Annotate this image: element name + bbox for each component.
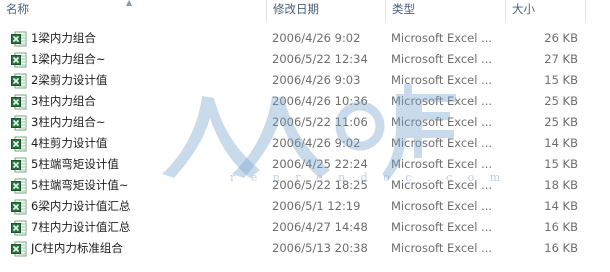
excel-file-icon <box>11 178 27 194</box>
excel-file-icon <box>11 136 27 152</box>
file-row[interactable]: JC柱内力标准组合 2006/5/13 20:38 Microsoft Excel … <box>0 238 610 259</box>
excel-file-icon <box>11 52 27 68</box>
file-name: 1梁内力组合 <box>31 31 96 45</box>
file-type: Microsoft Excel ... <box>391 220 493 234</box>
file-size: 18 KB <box>544 178 578 192</box>
file-type: Microsoft Excel ... <box>391 94 493 108</box>
file-date-modified: 2006/4/26 9:02 <box>272 31 361 45</box>
file-size: 14 KB <box>544 136 578 150</box>
file-date-modified: 2006/5/1 12:19 <box>272 199 361 213</box>
file-size: 16 KB <box>544 241 578 255</box>
file-row[interactable]: 7柱内力设计值汇总 2006/4/27 14:48 Microsoft Excel … <box>0 217 610 238</box>
file-date-modified: 2006/5/22 11:06 <box>272 115 368 129</box>
column-header-bar: 名称 ▲ 修改日期 类型 大小 <box>0 0 610 22</box>
file-row[interactable]: 6梁内力设计值汇总 2006/5/1 12:19 Microsoft Excel .… <box>0 196 610 217</box>
file-type: Microsoft Excel ... <box>391 115 493 129</box>
file-size: 16 KB <box>544 220 578 234</box>
excel-file-icon <box>11 31 27 47</box>
column-header-filler <box>585 0 610 22</box>
file-name: 6梁内力设计值汇总 <box>31 199 131 213</box>
file-size: 25 KB <box>544 115 578 129</box>
column-header-date-modified[interactable]: 修改日期 <box>266 0 385 22</box>
file-row[interactable]: 1梁内力组合 2006/4/26 9:02 Microsoft Excel ... 2… <box>0 28 610 49</box>
excel-file-icon <box>11 115 27 131</box>
file-name: 1梁内力组合~ <box>31 52 106 66</box>
file-name: 3柱内力组合~ <box>31 115 106 129</box>
file-date-modified: 2006/5/22 12:34 <box>272 52 368 66</box>
file-list: 1梁内力组合 2006/4/26 9:02 Microsoft Excel ... 2… <box>0 28 610 259</box>
file-row[interactable]: 3柱内力组合 2006/4/26 10:36 Microsoft Excel ...… <box>0 91 610 112</box>
file-date-modified: 2006/4/26 9:03 <box>272 73 361 87</box>
sort-up-icon: ▲ <box>126 0 133 7</box>
file-name: JC柱内力标准组合 <box>31 241 123 255</box>
file-date-modified: 2006/4/26 9:02 <box>272 136 361 150</box>
file-name: 7柱内力设计值汇总 <box>31 220 131 234</box>
file-row[interactable]: 2梁剪力设计值 2006/4/26 9:03 Microsoft Excel ...… <box>0 70 610 91</box>
file-explorer-details-view: 名称 ▲ 修改日期 类型 大小 1梁内力组合 2006/4/26 9:02 Micr… <box>0 0 610 272</box>
watermark-domain: r e n r e n d o c . c o m <box>230 171 507 184</box>
file-name: 3柱内力组合 <box>31 94 96 108</box>
file-size: 27 KB <box>544 52 578 66</box>
file-type: Microsoft Excel ... <box>391 73 493 87</box>
file-row[interactable]: 4柱剪力设计值 2006/4/26 9:02 Microsoft Excel ...… <box>0 133 610 154</box>
excel-file-icon <box>11 220 27 236</box>
excel-file-icon <box>11 199 27 215</box>
file-name: 5柱端弯矩设计值~ <box>31 178 129 192</box>
file-type: Microsoft Excel ... <box>391 199 493 213</box>
file-size: 26 KB <box>544 31 578 45</box>
file-type: Microsoft Excel ... <box>391 136 493 150</box>
column-header-size[interactable]: 大小 <box>505 0 585 22</box>
file-name: 5柱端弯矩设计值 <box>31 157 119 171</box>
file-name: 4柱剪力设计值 <box>31 136 108 150</box>
file-date-modified: 2006/5/13 20:38 <box>272 241 368 255</box>
file-date-modified: 2006/4/27 14:48 <box>272 220 368 234</box>
file-size: 25 KB <box>544 94 578 108</box>
file-type: Microsoft Excel ... <box>391 31 493 45</box>
file-type: Microsoft Excel ... <box>391 52 493 66</box>
file-size: 15 KB <box>544 157 578 171</box>
excel-file-icon <box>11 241 27 257</box>
file-row[interactable]: 3柱内力组合~ 2006/5/22 11:06 Microsoft Excel ..… <box>0 112 610 133</box>
file-type: Microsoft Excel ... <box>391 241 493 255</box>
excel-file-icon <box>11 73 27 89</box>
file-size: 14 KB <box>544 199 578 213</box>
file-name: 2梁剪力设计值 <box>31 73 108 87</box>
file-date-modified: 2006/4/26 10:36 <box>272 94 368 108</box>
excel-file-icon <box>11 94 27 110</box>
column-header-type[interactable]: 类型 <box>385 0 505 22</box>
file-size: 15 KB <box>544 73 578 87</box>
excel-file-icon <box>11 157 27 173</box>
file-row[interactable]: 1梁内力组合~ 2006/5/22 12:34 Microsoft Excel ..… <box>0 49 610 70</box>
